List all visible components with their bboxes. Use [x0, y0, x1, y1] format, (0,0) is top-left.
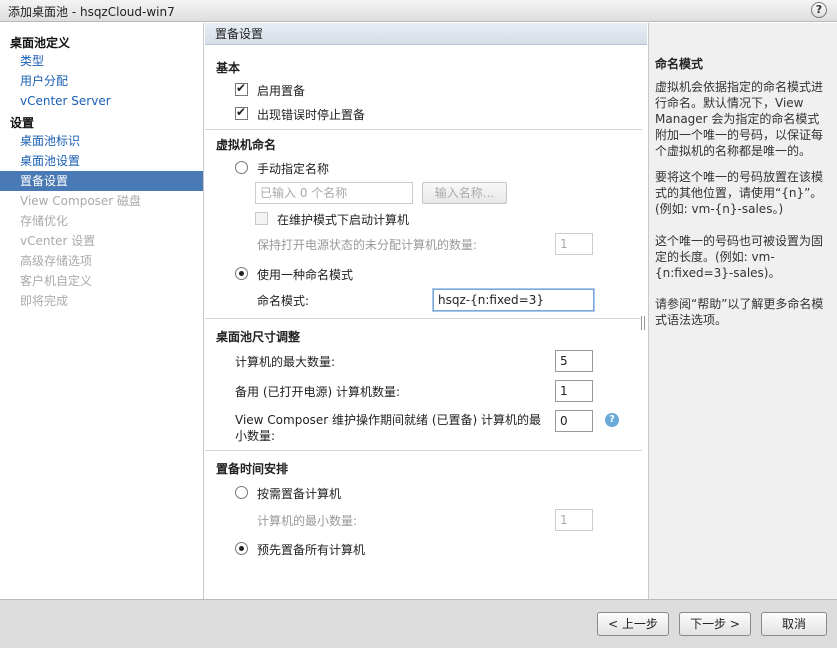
help-question-icon[interactable]: ?: [605, 413, 619, 427]
sizing-section-title: 桌面池尺寸调整: [216, 330, 301, 344]
divider: [205, 450, 642, 451]
naming-pattern-field-label: 命名模式:: [257, 294, 310, 308]
maintenance-mode-label: 在维护模式下启动计算机: [277, 213, 410, 227]
help-panel-header: [648, 23, 837, 45]
min-machines-field: 1: [555, 509, 593, 531]
sidebar-item-composer-disks: View Composer 磁盘: [20, 194, 142, 208]
wizard-sidebar: 桌面池定义 类型 用户分配 vCenter Server 设置 桌面池标识 桌面…: [0, 23, 204, 599]
sidebar-item-pool-id[interactable]: 桌面池标识: [0, 131, 203, 151]
naming-pattern-option-label: 使用一种命名模式: [257, 268, 354, 282]
timing-section-title: 置备时间安排: [216, 462, 289, 476]
min-ready-input[interactable]: 0: [555, 410, 593, 432]
sidebar-item-storage-optimization: 存储优化: [20, 214, 69, 228]
max-machines-input[interactable]: 5: [555, 350, 593, 372]
manual-naming-label: 手动指定名称: [257, 162, 330, 176]
spare-machines-input[interactable]: 1: [555, 380, 593, 402]
min-ready-label: View Composer 维护操作期间就绪 (已置备) 计算机的最小数量:: [235, 413, 542, 443]
enable-provisioning-checkbox[interactable]: [235, 81, 248, 96]
help-paragraph: 虚拟机会依据指定的命名模式进行命名。默认情况下，View Manager 会为指…: [655, 80, 824, 158]
naming-pattern-radio[interactable]: [235, 267, 248, 280]
back-button[interactable]: < 上一步: [597, 612, 669, 636]
next-button[interactable]: 下一步 >: [679, 612, 751, 636]
upfront-radio[interactable]: [235, 542, 248, 555]
wizard-footer: < 上一步 下一步 > 取消: [0, 599, 837, 648]
unassigned-count-label: 保持打开电源状态的未分配计算机的数量:: [257, 238, 478, 252]
naming-pattern-input[interactable]: hsqz-{n:fixed=3}: [433, 289, 594, 311]
help-panel: 命名模式 虚拟机会依据指定的命名模式进行命名。默认情况下，View Manage…: [648, 45, 837, 599]
help-paragraph: 这个唯一的号码也可被设置为固定的长度。(例如: vm-{n:fixed=3}-s…: [655, 234, 824, 280]
enter-names-button: 输入名称...: [422, 182, 507, 204]
upfront-label: 预先置备所有计算机: [257, 543, 366, 557]
sidebar-item-pool-settings[interactable]: 桌面池设置: [0, 151, 203, 171]
divider: [205, 129, 642, 130]
window-titlebar: 添加桌面池 - hsqzCloud-win7 ?: [0, 0, 837, 22]
sidebar-group-settings: 设置: [10, 116, 35, 130]
naming-section-title: 虚拟机命名: [216, 138, 277, 152]
help-title: 命名模式: [655, 57, 704, 71]
enable-provisioning-label: 启用置备: [257, 84, 306, 98]
maintenance-mode-checkbox: [255, 212, 268, 225]
min-machines-label: 计算机的最小数量:: [257, 514, 358, 528]
manual-names-field: 已输入 0 个名称: [255, 182, 413, 204]
sidebar-item-type[interactable]: 类型: [0, 51, 203, 71]
panel-splitter-handle[interactable]: [641, 316, 645, 330]
sidebar-item-advanced-storage: 高级存储选项: [20, 254, 93, 268]
cancel-button[interactable]: 取消: [761, 612, 827, 636]
unassigned-count-field: 1: [555, 233, 593, 255]
manual-naming-radio[interactable]: [235, 161, 248, 174]
on-demand-radio[interactable]: [235, 486, 248, 499]
sidebar-item-user-assignment[interactable]: 用户分配: [0, 71, 203, 91]
sidebar-item-ready-to-complete: 即将完成: [20, 294, 69, 308]
stop-on-error-checkbox[interactable]: [235, 105, 248, 120]
window-title: 添加桌面池 - hsqzCloud-win7: [8, 5, 175, 19]
help-paragraph: 要将这个唯一的号码放置在该模式的其他位置，请使用“{n}”。(例如: vm-{n…: [655, 170, 824, 216]
max-machines-label: 计算机的最大数量:: [235, 355, 336, 369]
sidebar-group-pool-definition: 桌面池定义: [10, 36, 71, 50]
sidebar-item-vcenter-server[interactable]: vCenter Server: [0, 91, 203, 111]
basic-section-title: 基本: [216, 61, 241, 75]
section-header: 置备设置: [205, 23, 647, 45]
sidebar-item-provisioning-settings[interactable]: 置备设置: [0, 171, 203, 191]
divider: [205, 318, 642, 319]
sidebar-item-guest-customization: 客户机自定义: [20, 274, 93, 288]
on-demand-label: 按需置备计算机: [257, 487, 342, 501]
provisioning-settings-panel: 基本 启用置备 出现错误时停止置备 虚拟机命名 手动指定名称 已输入 0 个名称…: [205, 45, 647, 599]
sidebar-item-vcenter-settings: vCenter 设置: [20, 234, 96, 248]
help-icon[interactable]: ?: [811, 2, 827, 18]
help-paragraph: 请参阅“帮助”以了解更多命名模式语法选项。: [655, 297, 824, 327]
stop-on-error-label: 出现错误时停止置备: [257, 108, 366, 122]
spare-machines-label: 备用 (已打开电源) 计算机数量:: [235, 385, 401, 399]
